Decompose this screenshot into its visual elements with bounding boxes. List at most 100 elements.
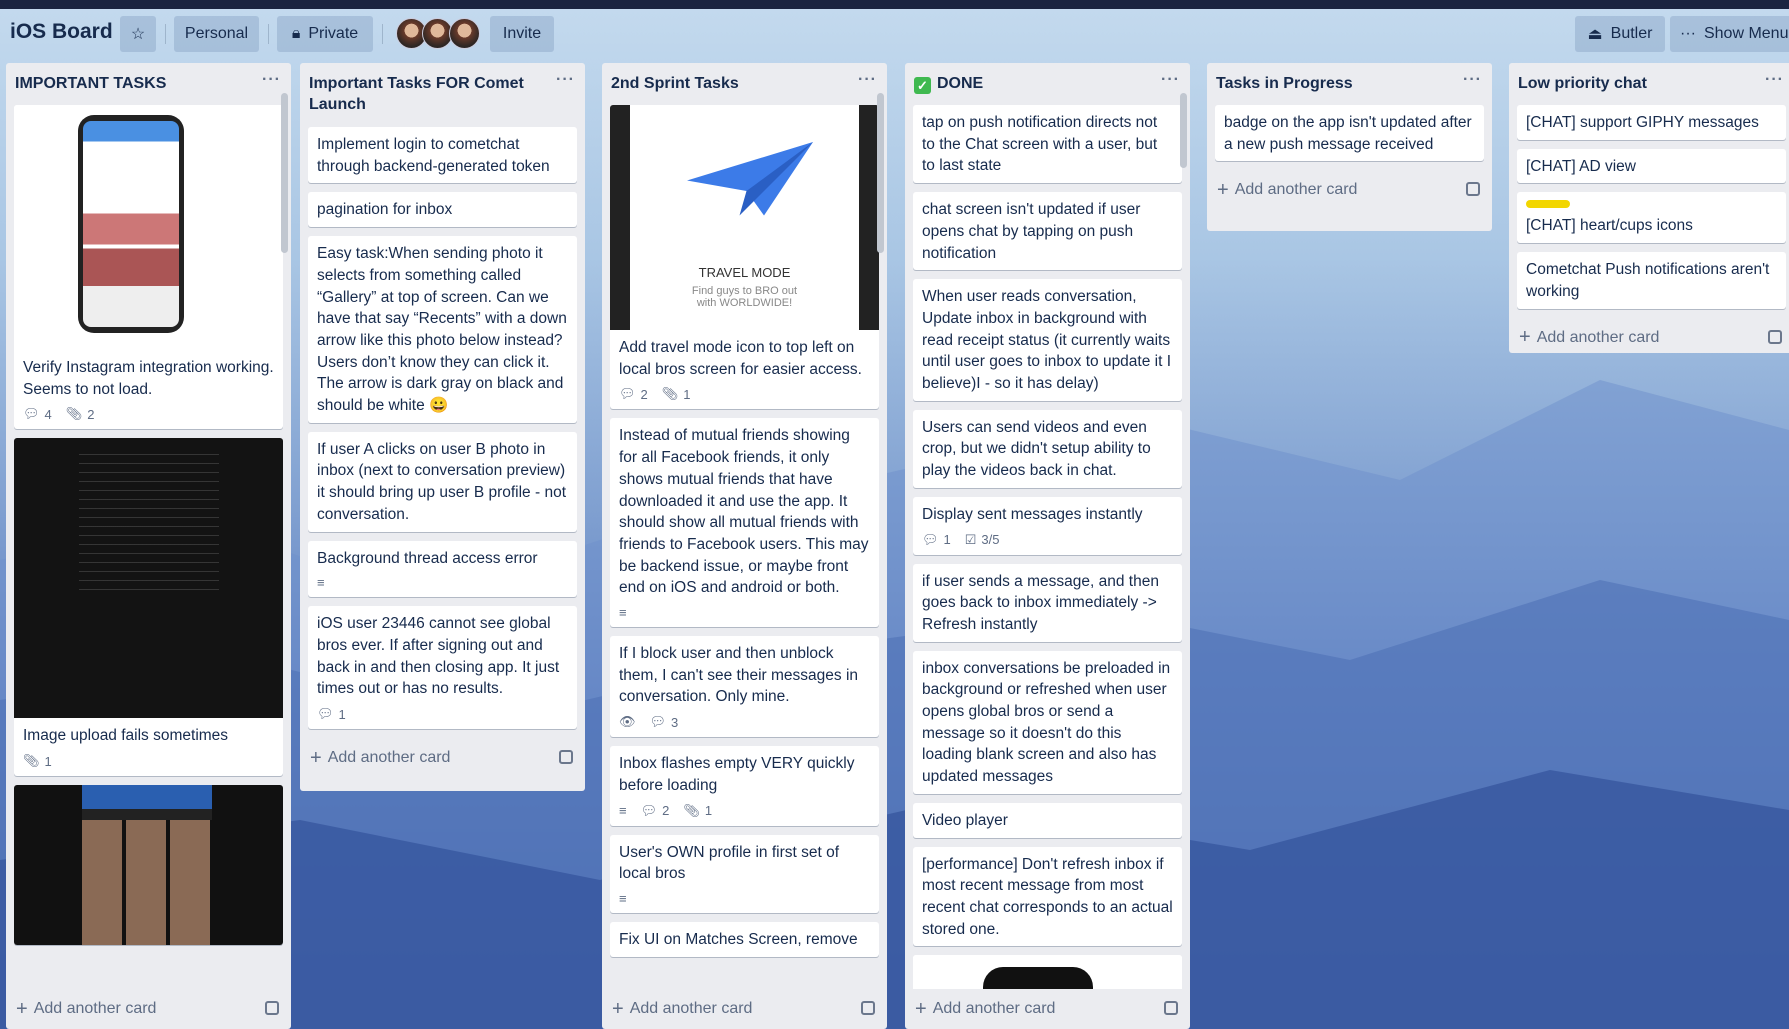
card-badges: ≡ [610, 605, 879, 627]
list-title[interactable]: 2nd Sprint Tasks [611, 75, 739, 92]
personal-label: Personal [184, 25, 249, 42]
card[interactable]: Easy task:When sending photo it selects … [308, 236, 577, 423]
add-card-button[interactable]: + Add another card [6, 989, 291, 1029]
board-title[interactable]: iOS Board [10, 20, 113, 44]
card[interactable]: inbox conversations be preloaded in back… [913, 650, 1182, 794]
description-badge: ≡ [619, 605, 627, 620]
card[interactable]: tap on push notification directs not to … [913, 105, 1182, 184]
card[interactable]: Background thread access error ≡ [308, 540, 577, 598]
avatar[interactable] [449, 18, 480, 49]
list-menu-button[interactable]: ··· [262, 69, 281, 90]
comment-count: 2 [662, 803, 670, 819]
card[interactable]: badge on the app isn't updated after a n… [1215, 105, 1484, 162]
card-template-icon[interactable] [265, 1001, 279, 1015]
list-title[interactable]: Important Tasks FOR Comet Launch [309, 75, 524, 113]
list-menu-button[interactable]: ··· [1463, 69, 1482, 90]
card[interactable]: Image upload fails sometimes 📎︎ 1 [14, 438, 283, 777]
card-title: User's OWN profile in first set of local… [619, 843, 840, 883]
list-header: 2nd Sprint Tasks ··· [602, 63, 887, 105]
add-card-label: Add another card [1536, 328, 1660, 346]
card[interactable]: [CHAT] heart/cups icons [1517, 192, 1786, 244]
list-important-tasks-for-comet-launch: Important Tasks FOR Comet Launch ··· Imple… [300, 63, 585, 791]
list-done: ✓ DONE ··· tap on push notification directs… [905, 63, 1190, 1029]
checklist-count: 3/5 [981, 532, 1000, 548]
card-title: iOS user 23446 cannot see global bros ev… [317, 615, 560, 698]
card[interactable]: Video player [913, 802, 1182, 838]
card[interactable] [913, 955, 1182, 989]
card[interactable]: if user sends a message, and then goes b… [913, 563, 1182, 642]
card[interactable] [14, 785, 283, 946]
list-title[interactable]: DONE [937, 75, 983, 92]
add-card-button[interactable]: + Add another card [905, 989, 1190, 1029]
card[interactable]: [CHAT] support GIPHY messages [1517, 105, 1786, 140]
personal-button[interactable]: Personal [174, 16, 259, 52]
card[interactable]: If I block user and then unblock them, I… [610, 636, 879, 738]
invite-button[interactable]: Invite [490, 16, 554, 52]
card[interactable]: Verify Instagram integration working. Se… [14, 105, 283, 430]
card-title: Inbox flashes empty VERY quickly before … [619, 755, 855, 794]
list-tasks-in-progress: Tasks in Progress ··· badge on the app isn… [1207, 63, 1492, 231]
card[interactable]: chat screen isn't updated if user opens … [913, 192, 1182, 271]
travel-mode-subtitle: Find guys to BRO out with WORLDWIDE! [691, 285, 798, 309]
show-menu-label: Show Menu [1703, 25, 1789, 42]
card-template-icon[interactable] [559, 750, 573, 765]
list-title[interactable]: Low priority chat [1518, 75, 1647, 92]
card-title: Image upload fails sometimes [23, 727, 229, 745]
comment-icon: 💬︎ [23, 406, 40, 422]
star-button[interactable]: ☆ [120, 16, 156, 52]
comment-icon: 💬︎ [922, 531, 939, 547]
card-title: pagination for inbox [317, 201, 453, 219]
add-card-button[interactable]: + Add another card [300, 738, 585, 778]
attachment-count: 1 [44, 753, 52, 769]
add-card-button[interactable]: + Add another card [1509, 318, 1789, 353]
card[interactable]: User's OWN profile in first set of local… [610, 834, 879, 913]
card-title: If I block user and then unblock them, I… [619, 645, 859, 706]
card[interactable]: Users can send videos and even crop, but… [913, 409, 1182, 488]
card[interactable]: iOS user 23446 cannot see global bros ev… [308, 606, 577, 730]
card-title: [CHAT] heart/cups icons [1526, 217, 1693, 235]
card[interactable]: [performance] Don't refresh inbox if mos… [913, 846, 1182, 947]
add-card-button[interactable]: + Add another card [1207, 170, 1492, 210]
card-title: Video player [922, 811, 1008, 829]
card[interactable]: Display sent messages instantly 💬︎ 1 ☑ 3/5 [913, 496, 1182, 555]
card-image [14, 438, 283, 719]
add-card-label: Add another card [629, 1000, 753, 1017]
card[interactable]: When user reads conversation, Update inb… [913, 279, 1182, 401]
card[interactable]: If user A clicks on user B photo in inbo… [308, 431, 577, 532]
card-title: Background thread access error [317, 549, 538, 567]
card-template-icon[interactable] [1768, 329, 1782, 344]
list-scrollbar[interactable] [877, 93, 884, 253]
list-title[interactable]: Tasks in Progress [1216, 75, 1353, 92]
attachment-icon: 📎︎ [65, 406, 83, 422]
card-title: Display sent messages instantly [922, 505, 1143, 523]
butler-button[interactable]: ⏏︎ Butler [1575, 16, 1665, 52]
list-scrollbar[interactable] [1180, 93, 1187, 168]
card-template-icon[interactable] [1164, 1001, 1178, 1015]
list-menu-button[interactable]: ··· [556, 69, 575, 90]
list-menu-button[interactable]: ··· [858, 69, 877, 90]
card[interactable]: Cometchat Push notifications aren't work… [1517, 252, 1786, 309]
card-template-icon[interactable] [1466, 182, 1480, 197]
card[interactable]: Fix UI on Matches Screen, remove [610, 921, 879, 957]
divider [165, 24, 166, 44]
list-title[interactable]: IMPORTANT TASKS [15, 75, 166, 92]
add-card-button[interactable]: + Add another card [602, 989, 887, 1029]
show-menu-button[interactable]: ··· Show Menu [1670, 16, 1789, 52]
attachment-icon: 📎︎ [661, 386, 679, 402]
lock-icon: 🔒︎ [291, 25, 301, 42]
card[interactable]: Implement login to cometchat through bac… [308, 127, 577, 184]
list-scrollbar[interactable] [281, 93, 288, 253]
card[interactable]: pagination for inbox [308, 192, 577, 228]
card[interactable]: Instead of mutual friends showing for al… [610, 418, 879, 628]
card[interactable]: Inbox flashes empty VERY quickly before … [610, 746, 879, 826]
list-menu-button[interactable]: ··· [1161, 69, 1180, 90]
attachment-icon: 📎︎ [683, 802, 700, 818]
card[interactable]: [CHAT] AD view [1517, 148, 1786, 184]
card-badges: 👁︎ 💬︎ 3 [610, 714, 879, 737]
private-button[interactable]: 🔒︎ Private [277, 16, 373, 52]
card-title: Implement login to cometchat through bac… [317, 136, 550, 175]
phone-screen [83, 121, 179, 327]
list-menu-button[interactable]: ··· [1765, 69, 1784, 90]
card[interactable]: TRAVEL MODE Find guys to BRO out with WOR… [610, 105, 879, 410]
card-template-icon[interactable] [861, 1001, 875, 1015]
